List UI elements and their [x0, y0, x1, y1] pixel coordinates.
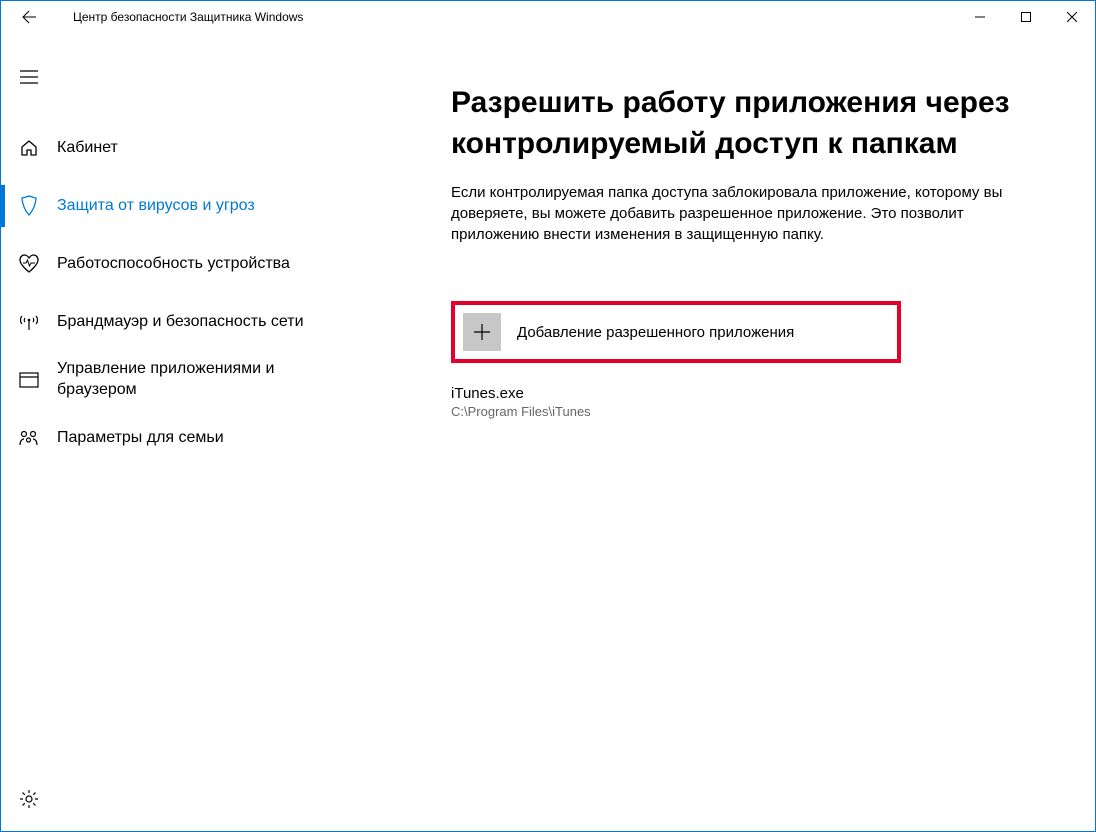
sidebar-item-device-health[interactable]: Работоспособность устройства	[1, 235, 361, 293]
sidebar-item-family[interactable]: Параметры для семьи	[1, 409, 361, 467]
sidebar-item-virus-protection[interactable]: Защита от вирусов и угроз	[1, 177, 361, 235]
allowed-app-path: C:\Program Files\iTunes	[451, 404, 1055, 419]
allowed-app-name: iTunes.exe	[451, 385, 1055, 402]
home-icon	[1, 138, 57, 158]
close-button[interactable]	[1049, 1, 1095, 33]
heart-pulse-icon	[1, 254, 57, 274]
sidebar: Кабинет Защита от вирусов и угроз Работо…	[1, 33, 361, 831]
back-arrow-icon	[21, 9, 37, 25]
sidebar-item-label: Работоспособность устройства	[57, 254, 306, 275]
sidebar-item-home[interactable]: Кабинет	[1, 119, 361, 177]
minimize-button[interactable]	[957, 1, 1003, 33]
sidebar-item-app-browser-control[interactable]: Управление приложениями и браузером	[1, 351, 361, 409]
titlebar: Центр безопасности Защитника Windows	[1, 1, 1095, 33]
main-content: Разрешить работу приложения через контро…	[361, 33, 1095, 831]
sidebar-item-label: Управление приложениями и браузером	[57, 359, 337, 401]
allowed-app-entry[interactable]: iTunes.exe C:\Program Files\iTunes	[451, 385, 1055, 419]
plus-icon	[463, 313, 501, 351]
maximize-icon	[1021, 12, 1031, 22]
sidebar-item-label: Параметры для семьи	[57, 428, 240, 449]
window-title: Центр безопасности Защитника Windows	[73, 10, 303, 24]
app-window-icon	[1, 371, 57, 389]
window-controls	[957, 1, 1095, 33]
page-description: Если контролируемая папка доступа заблок…	[451, 182, 1011, 245]
sidebar-item-firewall[interactable]: Брандмауэр и безопасность сети	[1, 293, 361, 351]
settings-button[interactable]	[5, 775, 53, 823]
gear-icon	[19, 789, 39, 809]
close-icon	[1067, 12, 1077, 22]
sidebar-item-label: Брандмауэр и безопасность сети	[57, 312, 320, 333]
hamburger-icon	[20, 70, 38, 84]
back-button[interactable]	[9, 1, 49, 33]
antenna-icon	[1, 312, 57, 332]
add-allowed-app-button[interactable]: Добавление разрешенного приложения	[451, 301, 901, 363]
minimize-icon	[975, 12, 985, 22]
maximize-button[interactable]	[1003, 1, 1049, 33]
family-icon	[1, 429, 57, 447]
shield-icon	[1, 195, 57, 217]
sidebar-item-label: Кабинет	[57, 138, 134, 159]
sidebar-item-label: Защита от вирусов и угроз	[57, 196, 271, 217]
add-allowed-app-label: Добавление разрешенного приложения	[517, 324, 794, 341]
page-title: Разрешить работу приложения через контро…	[451, 83, 1055, 164]
content-area: Кабинет Защита от вирусов и угроз Работо…	[1, 33, 1095, 831]
hamburger-menu-button[interactable]	[5, 53, 53, 101]
